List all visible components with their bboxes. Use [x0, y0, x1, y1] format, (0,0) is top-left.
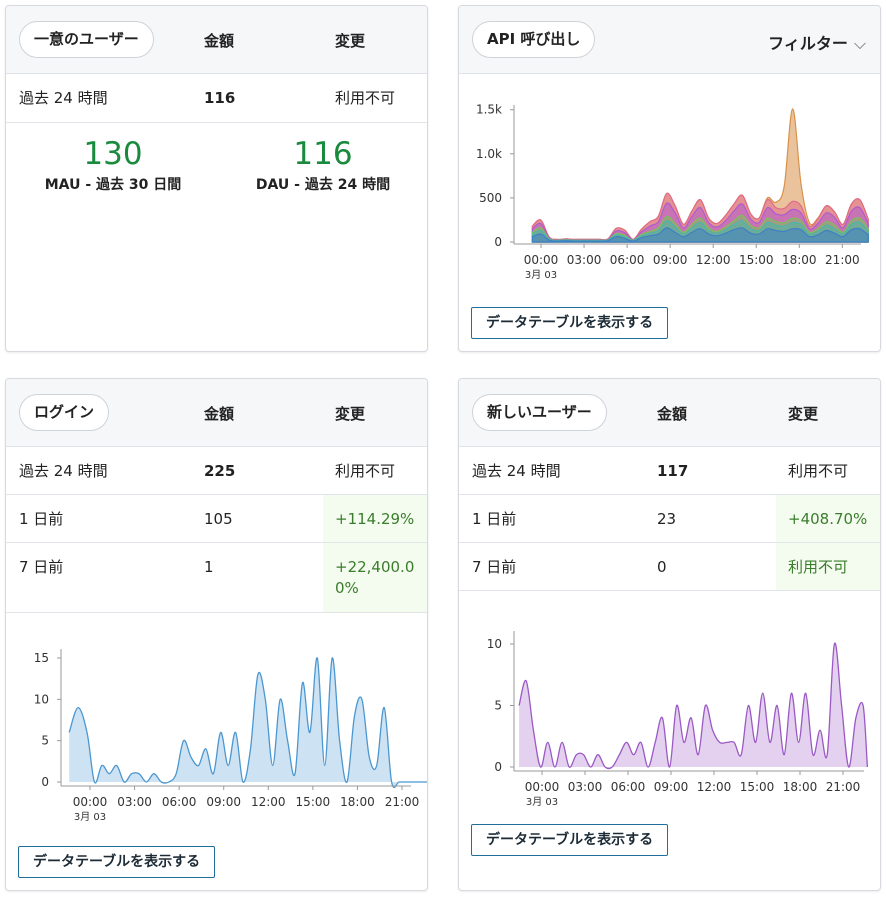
y-tick-label: 10: [487, 637, 502, 651]
mau-value: 130: [83, 136, 143, 172]
y-tick-label: 0: [41, 775, 49, 789]
period-cell: 過去 24 時間: [472, 462, 561, 480]
x-tick-label: 09:00: [206, 795, 241, 809]
x-tick-label: 21:00: [826, 780, 861, 794]
api-calls-chart: 0 500 1.0k 1.5k 00:00 03:00 06:00 09:00 12:00 15:…: [476, 103, 869, 281]
logins-card: ログイン 金額 変更 過去 24 時間 225 利用不可 1 日前 105 +1…: [5, 378, 428, 891]
new-users-title[interactable]: 新しいユーザー: [472, 394, 607, 431]
x-tick-label: 00:00: [73, 795, 108, 809]
new-users-chart: 0 5 10 00:00 03:00 06:00 09:00 12:00 15:00 18:00 2…: [487, 631, 869, 808]
card-header: API 呼び出し フィルター ⌵: [459, 6, 880, 74]
change-cell: +114.29%: [335, 510, 415, 528]
x-tick-label: 09:00: [653, 253, 688, 267]
x-tick-label: 12:00: [696, 253, 731, 267]
y-tick-label: 15: [34, 651, 49, 665]
x-tick-label: 21:00: [385, 795, 420, 809]
amount-cell: 23: [657, 510, 677, 528]
y-tick-label: 0: [494, 760, 502, 774]
x-tick-label: 06:00: [610, 253, 645, 267]
change-column-header: 変更: [788, 405, 819, 423]
x-tick-label: 18:00: [340, 795, 375, 809]
table-row: 7 日前 0 利用不可: [459, 543, 880, 591]
change-column-header: 変更: [335, 405, 366, 423]
change-column-header: 変更: [335, 32, 366, 50]
y-tick-label: 1.5k: [476, 103, 502, 117]
x-tick-label: 00:00: [524, 253, 559, 267]
x-tick-label: 06:00: [162, 795, 197, 809]
table-row: 1 日前 23 +408.70%: [459, 495, 880, 543]
x-tick-label: 03:00: [568, 780, 603, 794]
dau-label: DAU - 過去 24 時間: [255, 177, 391, 193]
x-date-label: 3月 03: [74, 811, 106, 823]
series-line: [68, 657, 427, 789]
x-tick-label: 15:00: [296, 795, 331, 809]
mau-label: MAU - 過去 30 日間: [44, 177, 182, 193]
table-row: 過去 24 時間 225 利用不可: [6, 447, 427, 495]
period-cell: 7 日前: [19, 558, 64, 576]
change-cell: 利用不可: [788, 558, 849, 576]
x-tick-label: 06:00: [611, 780, 646, 794]
change-cell: 利用不可: [788, 462, 849, 480]
x-tick-label: 15:00: [739, 253, 774, 267]
card-header: 新しいユーザー 金額 変更: [459, 379, 880, 447]
y-tick-label: 5: [494, 699, 502, 713]
filter-dropdown[interactable]: フィルター ⌵: [768, 30, 866, 54]
x-tick-label: 00:00: [525, 780, 560, 794]
chevron-down-icon: ⌵: [853, 34, 866, 53]
y-tick-label: 10: [34, 692, 49, 706]
show-data-table-button[interactable]: データテーブルを表示する: [18, 846, 216, 878]
x-date-label: 3月 03: [526, 796, 558, 808]
change-cell: 利用不可: [335, 89, 396, 107]
api-calls-card: API 呼び出し フィルター ⌵ 0 500 1.0k 1.5k 00:00 03:00 06…: [458, 5, 881, 352]
amount-column-header: 金額: [657, 405, 688, 423]
show-data-table-button[interactable]: データテーブルを表示する: [471, 307, 669, 339]
amount-column-header: 金額: [204, 405, 235, 423]
y-tick-label: 5: [41, 734, 49, 748]
x-tick-label: 03:00: [117, 795, 152, 809]
y-tick-label: 0: [494, 235, 502, 249]
amount-column-header: 金額: [204, 32, 235, 50]
logins-title[interactable]: ログイン: [19, 394, 110, 431]
x-tick-label: 15:00: [740, 780, 775, 794]
change-cell: +22,400.0 0%: [335, 558, 415, 597]
amount-cell: 105: [204, 510, 233, 528]
x-tick-label: 12:00: [251, 795, 286, 809]
table-row: 過去 24 時間 116 利用不可: [6, 74, 427, 123]
period-cell: 1 日前: [472, 510, 517, 528]
x-tick-label: 03:00: [567, 253, 602, 267]
api-calls-title[interactable]: API 呼び出し: [472, 21, 596, 58]
x-tick-label: 21:00: [825, 253, 860, 267]
period-cell: 過去 24 時間: [19, 89, 108, 107]
amount-cell: 1: [204, 558, 214, 576]
unique-users-title[interactable]: 一意のユーザー: [19, 21, 154, 58]
amount-cell: 117: [657, 462, 689, 480]
x-tick-label: 09:00: [654, 780, 689, 794]
y-tick-label: 1.0k: [476, 147, 502, 161]
y-tick-label: 500: [479, 191, 502, 205]
table-row: 過去 24 時間 117 利用不可: [459, 447, 880, 495]
logins-chart: 0 5 10 15 00:00 03:00 06:00 09:00 12:00 15:00 18:0…: [34, 649, 427, 823]
amount-cell: 0: [657, 558, 667, 576]
period-cell: 過去 24 時間: [19, 462, 108, 480]
x-date-label: 3月 03: [525, 269, 557, 281]
x-tick-label: 18:00: [783, 780, 818, 794]
amount-cell: 225: [204, 462, 236, 480]
period-cell: 7 日前: [472, 558, 517, 576]
amount-cell: 116: [204, 89, 236, 107]
x-tick-label: 12:00: [697, 780, 732, 794]
period-cell: 1 日前: [19, 510, 64, 528]
table-row: 1 日前 105 +114.29%: [6, 495, 427, 543]
table-row: 7 日前 1 +22,400.0 0%: [6, 543, 427, 613]
change-cell: +408.70%: [788, 510, 868, 528]
dau-value: 116: [293, 136, 353, 172]
card-header: 一意のユーザー 金額 変更: [6, 6, 427, 74]
x-tick-label: 18:00: [782, 253, 817, 267]
filter-label: フィルター: [768, 34, 848, 53]
new-users-card: 新しいユーザー 金額 変更 過去 24 時間 117 利用不可 1 日前 23 …: [458, 378, 881, 891]
unique-users-card: 一意のユーザー 金額 変更 過去 24 時間 116 利用不可 130 MAU …: [5, 5, 428, 352]
change-cell: 利用不可: [335, 462, 396, 480]
show-data-table-button[interactable]: データテーブルを表示する: [471, 824, 669, 856]
card-header: ログイン 金額 変更: [6, 379, 427, 447]
